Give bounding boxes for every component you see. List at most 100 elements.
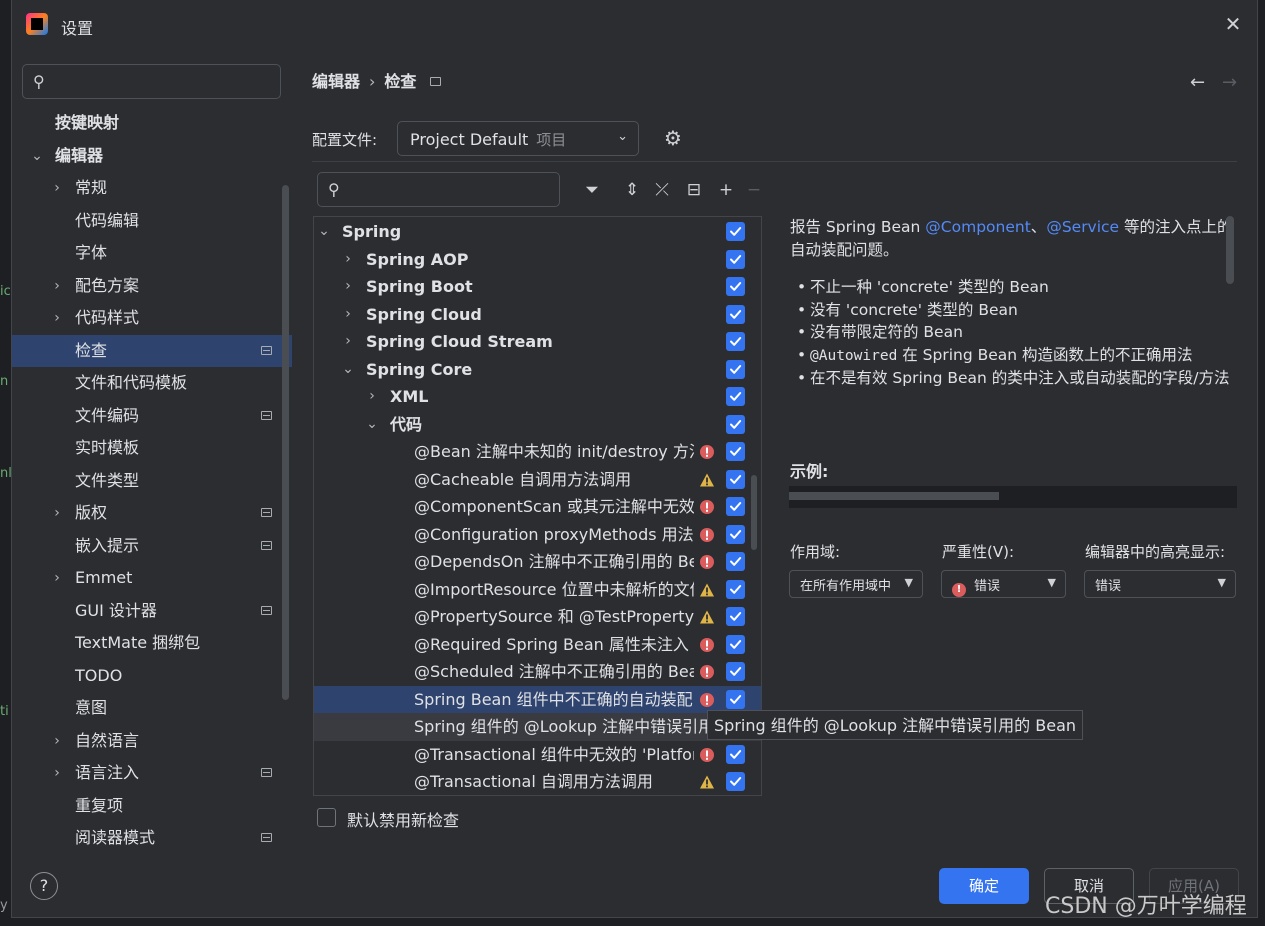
collapse-all-icon[interactable]: ⤫ bbox=[650, 178, 674, 202]
inspection-checkbox[interactable] bbox=[726, 744, 745, 764]
inspection-checkbox[interactable] bbox=[726, 607, 745, 626]
inspection-row[interactable]: @Configuration proxyMethods 用法警告 bbox=[314, 521, 761, 549]
inspection-row[interactable]: › Spring Cloud Stream bbox=[314, 328, 761, 356]
ok-button[interactable]: 确定 bbox=[939, 868, 1029, 904]
inspection-checkbox[interactable] bbox=[726, 497, 745, 516]
reset-icon[interactable]: ⊟ bbox=[682, 178, 706, 202]
sidebar-item[interactable]: 按键映射 bbox=[12, 107, 292, 140]
inspection-row[interactable]: @Transactional 自调用方法调用 bbox=[314, 768, 761, 795]
inspection-checkbox[interactable] bbox=[726, 634, 745, 654]
inspection-row[interactable]: Spring 组件的 @Lookup 注解中错误引用的 Bean bbox=[314, 713, 761, 741]
chevron-down-icon[interactable]: ⌄ bbox=[317, 218, 331, 246]
sidebar-item[interactable]: 重复项 bbox=[12, 790, 292, 823]
gear-icon[interactable]: ⚙ bbox=[664, 126, 682, 150]
example-scrollbar[interactable] bbox=[789, 492, 999, 500]
profile-dropdown[interactable]: Project Default 项目 ⌄ bbox=[397, 121, 639, 156]
inspection-checkbox[interactable] bbox=[726, 772, 745, 791]
sidebar-item[interactable]: › 配色方案 bbox=[12, 270, 292, 303]
inspection-row[interactable]: › Spring Cloud bbox=[314, 301, 761, 329]
chevron-right-icon[interactable]: › bbox=[50, 302, 64, 335]
inspection-row[interactable]: @PropertySource 和 @TestPropertySource bbox=[314, 603, 761, 631]
chevron-right-icon[interactable]: › bbox=[341, 301, 355, 329]
remove-icon[interactable]: − bbox=[742, 178, 766, 202]
sidebar-item[interactable]: 代码编辑 bbox=[12, 205, 292, 238]
inspection-checkbox[interactable] bbox=[726, 359, 745, 379]
inspection-row[interactable]: › Spring AOP bbox=[314, 246, 761, 274]
inspection-checkbox[interactable] bbox=[726, 552, 745, 571]
sidebar-item[interactable]: 阅读器模式 bbox=[12, 822, 292, 855]
inspection-checkbox[interactable] bbox=[726, 332, 745, 351]
component-link[interactable]: @Component bbox=[925, 218, 1031, 236]
chevron-right-icon[interactable]: › bbox=[50, 562, 64, 595]
chevron-right-icon[interactable]: › bbox=[50, 172, 64, 205]
sidebar-search-input[interactable]: ⚲ bbox=[22, 64, 281, 99]
inspection-row[interactable]: ⌄ Spring bbox=[314, 218, 761, 246]
inspection-checkbox[interactable] bbox=[726, 304, 745, 324]
sidebar-item[interactable]: 检查 bbox=[12, 334, 292, 367]
inspection-row[interactable]: ⌄ Spring Core bbox=[314, 356, 761, 384]
sidebar-item[interactable]: 文件类型 bbox=[12, 465, 292, 498]
chevron-right-icon[interactable]: › bbox=[50, 725, 64, 758]
sidebar-item[interactable]: 文件和代码模板 bbox=[12, 367, 292, 400]
severity-dropdown[interactable]: ! 错误 ▼ bbox=[941, 570, 1066, 598]
chevron-right-icon[interactable]: › bbox=[50, 497, 64, 530]
sidebar-item[interactable]: › 语言注入 bbox=[12, 757, 292, 790]
chevron-right-icon[interactable]: › bbox=[365, 383, 379, 411]
inspection-row[interactable]: Spring Bean 组件中不正确的自动装配 bbox=[314, 685, 761, 713]
sidebar-item[interactable]: TextMate 捆绑包 bbox=[12, 627, 292, 660]
sidebar-item[interactable]: 文件编码 bbox=[12, 400, 292, 433]
inspection-row[interactable]: @ComponentScan 或其元注解中无效的 bbox=[314, 493, 761, 521]
filter-icon[interactable]: ⏷ bbox=[580, 178, 604, 202]
inspection-row[interactable]: @Required Spring Bean 属性未注入 bbox=[314, 631, 761, 659]
sidebar-item[interactable]: 实时模板 bbox=[12, 432, 292, 465]
inspection-checkbox[interactable] bbox=[726, 414, 745, 434]
back-arrow-icon[interactable]: ← bbox=[1190, 72, 1205, 93]
inspection-checkbox[interactable] bbox=[726, 387, 745, 406]
inspection-checkbox[interactable] bbox=[726, 524, 745, 544]
inspection-checkbox[interactable] bbox=[726, 249, 745, 269]
sidebar-item[interactable]: ⌄ 编辑器 bbox=[12, 140, 292, 173]
inspection-checkbox[interactable] bbox=[726, 662, 745, 681]
sidebar-item[interactable]: TODO bbox=[12, 660, 292, 693]
chevron-right-icon[interactable]: › bbox=[341, 328, 355, 356]
sidebar-item[interactable]: › Emmet bbox=[12, 562, 292, 595]
highlight-dropdown[interactable]: 错误 ▼ bbox=[1084, 570, 1236, 598]
inspection-checkbox[interactable] bbox=[726, 442, 745, 461]
sidebar-item[interactable]: 字体 bbox=[12, 237, 292, 270]
inspection-row[interactable]: @Bean 注解中未知的 init/destroy 方法 bbox=[314, 438, 761, 466]
inspection-row[interactable]: @Cacheable 自调用方法调用 bbox=[314, 466, 761, 494]
inspection-checkbox[interactable] bbox=[726, 222, 745, 241]
sidebar-scrollbar[interactable] bbox=[282, 185, 289, 700]
sidebar-item[interactable]: GUI 设计器 bbox=[12, 595, 292, 628]
forward-arrow-icon[interactable]: → bbox=[1222, 72, 1237, 93]
inspection-row[interactable]: @Transactional 组件中无效的 'Platform bbox=[314, 741, 761, 769]
inspection-checkbox[interactable] bbox=[726, 469, 745, 489]
sidebar-item[interactable]: › 版权 bbox=[12, 497, 292, 530]
chevron-down-icon[interactable]: ⌄ bbox=[30, 140, 44, 173]
help-button[interactable]: ? bbox=[30, 872, 58, 900]
service-link[interactable]: @Service bbox=[1046, 218, 1119, 236]
chevron-right-icon[interactable]: › bbox=[50, 270, 64, 303]
inspection-row[interactable]: @DependsOn 注解中不正确引用的 Bean bbox=[314, 548, 761, 576]
chevron-down-icon[interactable]: ⌄ bbox=[341, 356, 355, 384]
sidebar-item[interactable]: › 代码样式 bbox=[12, 302, 292, 335]
inspection-row[interactable]: › Spring Boot bbox=[314, 273, 761, 301]
inspection-checkbox[interactable] bbox=[726, 277, 745, 296]
chevron-right-icon[interactable]: › bbox=[341, 273, 355, 301]
sidebar-item[interactable]: › 自然语言 bbox=[12, 725, 292, 758]
chevron-right-icon[interactable]: › bbox=[341, 246, 355, 274]
inspection-checkbox[interactable] bbox=[726, 689, 745, 709]
inspection-row[interactable]: @Scheduled 注解中不正确引用的 Bean bbox=[314, 658, 761, 686]
sidebar-item[interactable]: › 常规 bbox=[12, 172, 292, 205]
description-scrollbar[interactable] bbox=[1226, 216, 1234, 284]
inspection-row[interactable]: ⌄ 代码 bbox=[314, 411, 761, 439]
inspection-checkbox[interactable] bbox=[726, 579, 745, 599]
sidebar-item[interactable]: 嵌入提示 bbox=[12, 530, 292, 563]
scope-dropdown[interactable]: 在所有作用域中 ▼ bbox=[789, 570, 923, 598]
sidebar-item[interactable]: 意图 bbox=[12, 692, 292, 725]
chevron-right-icon[interactable]: › bbox=[50, 757, 64, 790]
close-icon[interactable]: ✕ bbox=[1221, 12, 1245, 36]
breadcrumb-parent[interactable]: 编辑器 bbox=[312, 72, 360, 91]
inspection-row[interactable]: › XML bbox=[314, 383, 761, 411]
add-icon[interactable]: + bbox=[714, 178, 738, 202]
